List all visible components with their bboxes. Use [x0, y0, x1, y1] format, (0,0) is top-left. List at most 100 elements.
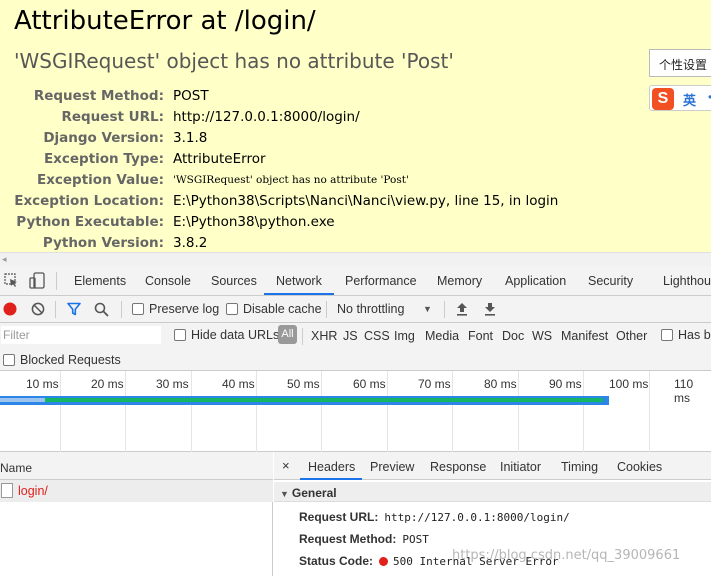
- meta-key: Exception Type:: [43, 150, 164, 167]
- column-header-name[interactable]: Name: [0, 452, 273, 480]
- horizontal-scrollbar[interactable]: ◂: [0, 252, 711, 266]
- tick-gridline: [583, 371, 584, 452]
- meta-key: Request Method:: [33, 87, 164, 104]
- checkbox-icon[interactable]: [174, 329, 186, 341]
- tick-label: 10 ms: [26, 377, 59, 391]
- filter-icon[interactable]: [67, 302, 81, 319]
- search-icon[interactable]: [94, 302, 109, 320]
- scroll-left-arrow-icon[interactable]: ◂: [2, 254, 7, 265]
- request-name[interactable]: login/: [18, 484, 48, 498]
- divider: [55, 301, 56, 318]
- tick-label: 100 ms: [609, 377, 649, 391]
- sogou-logo-icon[interactable]: S: [652, 88, 674, 110]
- tick-gridline: [125, 371, 126, 452]
- filter-doc[interactable]: Doc: [502, 329, 524, 343]
- meta-key: Request URL:: [61, 108, 164, 125]
- meta-value: 'WSGIRequest' object has no attribute 'P…: [173, 173, 409, 186]
- filter-all-button[interactable]: All: [278, 325, 297, 344]
- tab-console[interactable]: Console: [145, 274, 191, 288]
- divider: [121, 301, 122, 318]
- tab-network[interactable]: Network: [276, 274, 322, 288]
- tick-gridline: [256, 371, 257, 452]
- tab-sources[interactable]: Sources: [211, 274, 257, 288]
- blocked-requests-checkbox[interactable]: Blocked Requests: [3, 353, 121, 367]
- tick-label: 110 ms: [674, 377, 694, 405]
- request-row[interactable]: login/: [0, 480, 273, 502]
- error-title: AttributeError at /login/: [14, 6, 316, 36]
- meta-row: Exception Location: E:\Python38\Scripts\N…: [0, 190, 558, 211]
- has-blocked-cookies-checkbox[interactable]: Has bl: [661, 328, 711, 342]
- tab-preview[interactable]: Preview: [370, 460, 414, 474]
- filter-input[interactable]: [0, 325, 162, 345]
- tab-performance[interactable]: Performance: [345, 274, 417, 288]
- tick-label: 20 ms: [91, 377, 124, 391]
- filter-img[interactable]: Img: [394, 329, 415, 343]
- filter-xhr[interactable]: XHR: [311, 329, 337, 343]
- ime-tooltip: 个性设置: [649, 49, 711, 77]
- import-har-icon[interactable]: [456, 302, 468, 319]
- blocked-requests-bar: Blocked Requests: [0, 349, 711, 371]
- tick-label: 30 ms: [156, 377, 189, 391]
- tab-security[interactable]: Security: [588, 274, 633, 288]
- checkbox-icon[interactable]: [132, 303, 144, 315]
- tick-label: 90 ms: [549, 377, 582, 391]
- document-icon: [1, 483, 13, 498]
- error-meta-table: Request Method: POST Request URL: http://1…: [0, 85, 558, 252]
- tick-gridline: [649, 371, 650, 452]
- watermark: https://blog.csdn.net/qq_39009661: [452, 548, 681, 563]
- filter-media[interactable]: Media: [425, 329, 459, 343]
- tab-memory[interactable]: Memory: [437, 274, 482, 288]
- close-icon[interactable]: ×: [282, 458, 290, 473]
- filter-js[interactable]: JS: [343, 329, 358, 343]
- tab-initiator[interactable]: Initiator: [500, 460, 541, 474]
- tab-application[interactable]: Application: [505, 274, 566, 288]
- device-toolbar-icon[interactable]: [29, 272, 45, 292]
- network-toolbar: Preserve log Disable cache No throttling…: [0, 296, 711, 323]
- export-har-icon[interactable]: [484, 302, 496, 319]
- header-row: Request Method: POST: [299, 532, 429, 546]
- header-key: Request URL:: [299, 510, 379, 524]
- status-error-icon: [379, 557, 389, 566]
- filter-font[interactable]: Font: [468, 329, 493, 343]
- clear-icon[interactable]: [31, 302, 45, 319]
- meta-row: Exception Type: AttributeError: [0, 148, 558, 169]
- triangle-down-icon[interactable]: ▼: [280, 489, 289, 499]
- tab-timing[interactable]: Timing: [561, 460, 598, 474]
- record-icon[interactable]: [3, 302, 17, 319]
- throttling-select[interactable]: No throttling: [337, 302, 404, 316]
- tab-headers[interactable]: Headers: [308, 460, 355, 474]
- tick-gridline: [191, 371, 192, 452]
- meta-value: E:\Python38\python.exe: [173, 213, 335, 230]
- tick-label: 50 ms: [287, 377, 320, 391]
- tick-gridline: [321, 371, 322, 452]
- hide-data-urls-checkbox[interactable]: Hide data URLs: [174, 328, 279, 342]
- filter-css[interactable]: CSS: [364, 329, 390, 343]
- tab-lighthouse[interactable]: Lighthou: [663, 274, 711, 288]
- disable-cache-checkbox[interactable]: Disable cache: [226, 302, 322, 316]
- chevron-down-icon[interactable]: ▼: [423, 304, 432, 314]
- tick-label: 60 ms: [353, 377, 386, 391]
- network-overview-timeline[interactable]: 10 ms 20 ms 30 ms 40 ms 50 ms 60 ms 70 m…: [0, 371, 711, 452]
- detail-tabbar: × Headers Preview Response Initiator Tim…: [274, 452, 711, 480]
- ime-toolbar[interactable]: S 英 •: [649, 85, 711, 111]
- general-section-header[interactable]: ▼ General: [274, 482, 711, 502]
- tick-gridline: [60, 371, 61, 452]
- tick-label: 80 ms: [484, 377, 517, 391]
- checkbox-icon[interactable]: [226, 303, 238, 315]
- tab-response[interactable]: Response: [430, 460, 486, 474]
- inspect-element-icon[interactable]: [4, 273, 19, 291]
- filter-manifest[interactable]: Manifest: [561, 329, 608, 343]
- tab-elements[interactable]: Elements: [74, 274, 126, 288]
- meta-row: Request Method: POST: [0, 85, 558, 106]
- ime-language-toggle[interactable]: 英: [683, 90, 696, 109]
- meta-value: E:\Python38\Scripts\Nanci\Nanci\view.py,…: [173, 192, 559, 209]
- meta-value: 3.8.2: [173, 234, 208, 251]
- preserve-log-checkbox[interactable]: Preserve log: [132, 302, 219, 316]
- tab-cookies[interactable]: Cookies: [617, 460, 662, 474]
- filter-ws[interactable]: WS: [532, 329, 552, 343]
- header-key: Request Method:: [299, 532, 397, 546]
- filter-other[interactable]: Other: [616, 329, 647, 343]
- meta-row: Python Executable: E:\Python38\python.exe: [0, 211, 558, 232]
- checkbox-icon[interactable]: [3, 354, 15, 366]
- checkbox-icon[interactable]: [661, 329, 673, 341]
